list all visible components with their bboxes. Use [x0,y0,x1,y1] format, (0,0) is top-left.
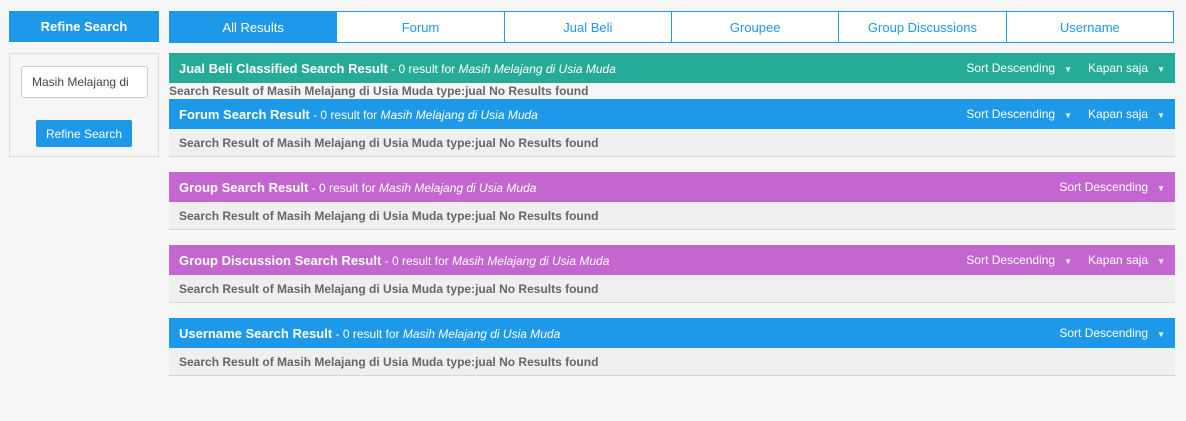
time-dropdown[interactable]: Kapan saja ▼ [1088,107,1165,121]
section-title-text: Jual Beli Classified Search Result [179,60,388,76]
caret-down-icon: ▼ [1157,110,1165,120]
tab-groupee[interactable]: Groupee [670,11,840,43]
section-controls: Sort Descending ▼ [1043,326,1165,340]
section-title: Forum Search Result - 0 result for Masih… [179,107,538,122]
forum-result-body: Search Result of Masih Melajang di Usia … [169,129,1175,157]
tab-group-discussions[interactable]: Group Discussions [838,11,1007,43]
time-dropdown[interactable]: Kapan saja ▼ [1088,253,1165,267]
tab-all-results[interactable]: All Results [169,11,338,43]
section-title: Jual Beli Classified Search Result - 0 r… [179,61,616,76]
result-tabs: All Results Forum Jual Beli Groupee Grou… [169,11,1174,43]
search-query: Masih Melajang di Usia Muda [379,180,537,195]
result-count: - 0 result for [308,180,379,195]
jual-beli-result-note: Search Result of Masih Melajang di Usia … [169,84,589,98]
time-label: Kapan saja [1088,253,1149,267]
jual-beli-section-header: Jual Beli Classified Search Result - 0 r… [169,53,1175,83]
result-count: - 0 result for [332,326,403,341]
group-discussion-section: Group Discussion Search Result - 0 resul… [169,245,1175,303]
sort-dropdown[interactable]: Sort Descending ▼ [966,107,1072,121]
caret-down-icon: ▼ [1064,256,1073,266]
result-count: - 0 result for [381,253,452,268]
sort-dropdown[interactable]: Sort Descending ▼ [966,253,1072,267]
section-title-text: Forum Search Result [179,106,310,122]
caret-down-icon: ▼ [1064,110,1073,120]
tab-username[interactable]: Username [1005,11,1174,43]
time-dropdown[interactable]: Kapan saja ▼ [1088,61,1165,75]
search-input[interactable] [21,66,148,98]
search-query: Masih Melajang di Usia Muda [402,326,561,341]
tab-jual-beli[interactable]: Jual Beli [503,11,672,43]
sort-label: Sort Descending [966,107,1056,121]
refine-search-button[interactable]: Refine Search [36,120,132,147]
search-query: Masih Melajang di Usia Muda [451,253,610,268]
sort-label: Sort Descending [966,253,1056,267]
sort-label: Sort Descending [1059,180,1149,194]
section-title: Group Discussion Search Result - 0 resul… [179,253,609,268]
username-section-header: Username Search Result - 0 result for Ma… [169,318,1175,348]
forum-section-header: Forum Search Result - 0 result for Masih… [169,99,1175,129]
sort-dropdown[interactable]: Sort Descending ▼ [1059,180,1165,194]
result-count: - 0 result for [309,107,381,122]
sort-label: Sort Descending [1059,326,1149,340]
refine-search-panel: Refine Search [9,53,159,157]
section-controls: Sort Descending ▼ [1043,180,1165,194]
username-result-body: Search Result of Masih Melajang di Usia … [169,348,1175,376]
page: Refine Search Refine Search All Results … [0,0,1186,421]
section-title: Group Search Result - 0 result for Masih… [179,180,536,195]
tab-forum[interactable]: Forum [336,11,505,43]
forum-section: Forum Search Result - 0 result for Masih… [169,99,1175,157]
group-section: Group Search Result - 0 result for Masih… [169,172,1175,230]
sort-label: Sort Descending [966,61,1056,75]
sort-dropdown[interactable]: Sort Descending ▼ [1059,326,1165,340]
time-label: Kapan saja [1088,107,1149,121]
caret-down-icon: ▼ [1157,183,1165,193]
group-discussion-section-header: Group Discussion Search Result - 0 resul… [169,245,1175,275]
section-title: Username Search Result - 0 result for Ma… [179,326,560,341]
section-controls: Sort Descending ▼ Kapan saja ▼ [950,253,1165,267]
caret-down-icon: ▼ [1157,329,1165,339]
caret-down-icon: ▼ [1064,64,1073,74]
sort-dropdown[interactable]: Sort Descending ▼ [966,61,1072,75]
section-title-text: Group Search Result [179,179,309,195]
section-controls: Sort Descending ▼ Kapan saja ▼ [950,61,1165,75]
group-section-header: Group Search Result - 0 result for Masih… [169,172,1175,202]
search-query: Masih Melajang di Usia Muda [380,107,538,122]
username-section: Username Search Result - 0 result for Ma… [169,318,1175,376]
result-count: - 0 result for [387,61,459,76]
caret-down-icon: ▼ [1157,64,1165,74]
section-controls: Sort Descending ▼ Kapan saja ▼ [950,107,1165,121]
jual-beli-section: Jual Beli Classified Search Result - 0 r… [169,53,1175,83]
caret-down-icon: ▼ [1157,256,1165,266]
section-title-text: Username Search Result [179,325,333,341]
search-query: Masih Melajang di Usia Muda [458,61,616,76]
group-result-body: Search Result of Masih Melajang di Usia … [169,202,1175,230]
section-title-text: Group Discussion Search Result [179,252,382,268]
refine-search-header: Refine Search [9,11,159,42]
time-label: Kapan saja [1088,61,1149,75]
group-discussion-result-body: Search Result of Masih Melajang di Usia … [169,275,1175,303]
